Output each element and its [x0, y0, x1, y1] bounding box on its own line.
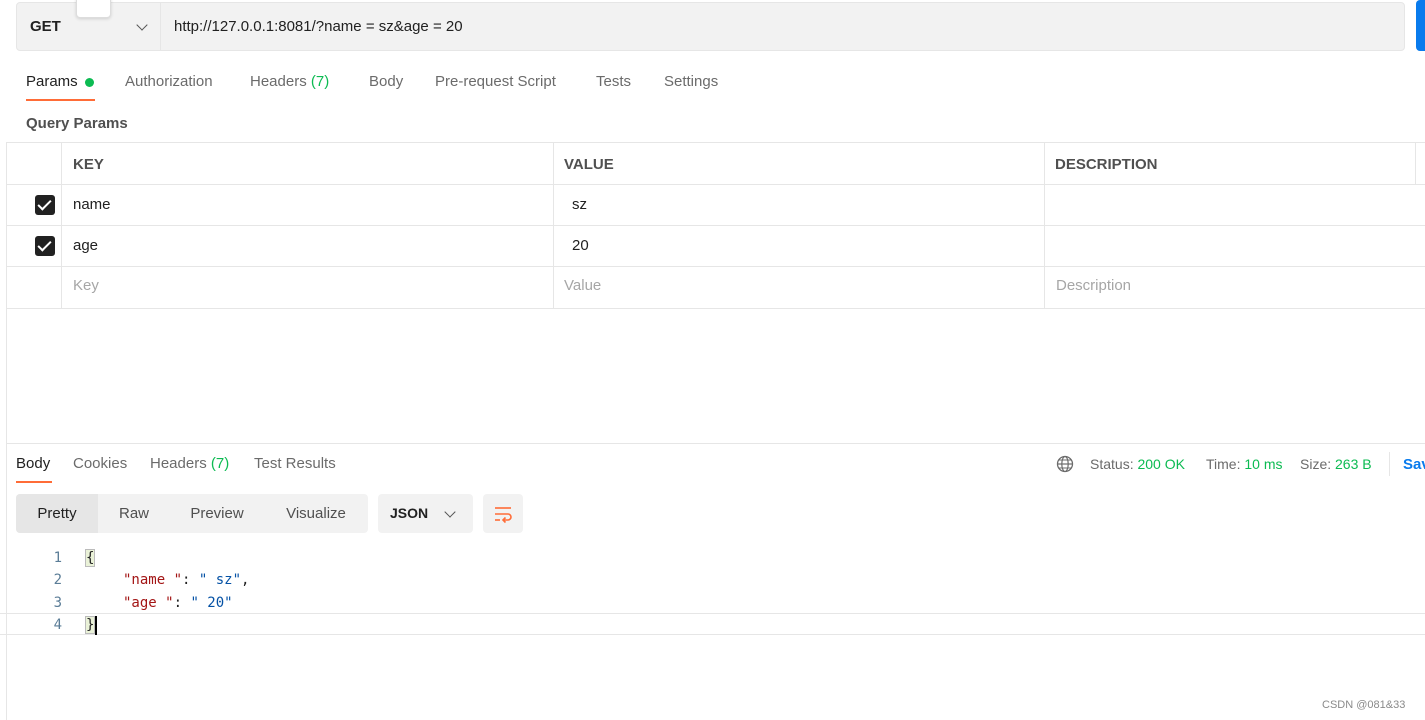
tab-headers[interactable]: Headers (7): [250, 73, 329, 90]
response-tab-headers-count: (7): [210, 455, 230, 472]
active-tab-indicator: [26, 99, 95, 101]
param-key-cell[interactable]: name: [73, 196, 111, 213]
json-value: " 20": [190, 595, 233, 611]
response-status: Status: 200 OK: [1090, 456, 1185, 472]
tab-params[interactable]: Params: [26, 73, 78, 90]
send-button[interactable]: [1416, 0, 1425, 51]
time-value: 10 ms: [1244, 456, 1283, 472]
chevron-down-icon: [136, 19, 148, 31]
table-header-divider: [6, 184, 1425, 185]
table-row-divider: [6, 225, 1425, 226]
chevron-down-icon: [444, 506, 456, 518]
new-description-input[interactable]: Description: [1056, 277, 1131, 294]
json-key: "age ": [123, 595, 174, 611]
json-comma: ,: [241, 572, 250, 588]
tab-tests[interactable]: Tests: [596, 73, 631, 90]
panel-left-border: [6, 443, 7, 720]
wrap-lines-button[interactable]: [483, 494, 523, 533]
globe-icon[interactable]: [1056, 455, 1074, 478]
tab-headers-label: Headers: [250, 73, 307, 90]
url-bar: GET http://127.0.0.1:8081/?name = sz&age…: [16, 2, 1405, 51]
tab-headers-count: (7): [310, 73, 330, 90]
size-value: 263 B: [1335, 456, 1372, 472]
code-line: "name ": " sz",: [123, 572, 249, 588]
params-active-dot: [85, 78, 94, 87]
save-response-button[interactable]: Sav: [1403, 456, 1425, 473]
size-label: Size:: [1300, 456, 1332, 472]
view-visualize-button[interactable]: Visualize: [274, 494, 358, 533]
tab-settings[interactable]: Settings: [664, 73, 718, 90]
format-select[interactable]: JSON: [378, 494, 473, 533]
view-raw-button[interactable]: Raw: [106, 494, 162, 533]
col-divider: [61, 142, 62, 309]
code-line: "age ": " 20": [123, 595, 233, 611]
json-sep: :: [182, 572, 199, 588]
json-sep: :: [173, 595, 191, 611]
col-divider: [1044, 142, 1045, 309]
json-key: "name ": [123, 572, 183, 588]
new-key-input[interactable]: Key: [73, 277, 99, 294]
table-border-top: [6, 142, 1425, 143]
format-label: JSON: [390, 505, 429, 521]
line-number: 1: [53, 550, 62, 566]
current-line-highlight: [0, 613, 1425, 635]
status-value: 200 OK: [1137, 456, 1185, 472]
code-brace-close: }: [84, 616, 96, 634]
status-label: Status:: [1090, 456, 1134, 472]
meta-divider: [1389, 452, 1390, 476]
url-input[interactable]: http://127.0.0.1:8081/?name = sz&age = 2…: [174, 18, 463, 35]
response-tab-test-results[interactable]: Test Results: [254, 455, 336, 472]
time-label: Time:: [1206, 456, 1241, 472]
row-checkbox[interactable]: [35, 195, 55, 215]
active-response-tab-indicator: [16, 481, 52, 483]
line-number: 2: [53, 572, 62, 588]
response-size[interactable]: Size: 263 B: [1300, 456, 1372, 472]
panel-left-border: [6, 142, 7, 443]
new-value-input[interactable]: Value: [564, 277, 601, 294]
line-number: 4: [53, 617, 62, 633]
param-value-cell[interactable]: 20: [572, 237, 589, 254]
text-cursor: [95, 616, 97, 635]
table-border-bottom: [6, 308, 1425, 309]
row-checkbox[interactable]: [35, 236, 55, 256]
response-tab-headers-label: Headers: [150, 455, 207, 472]
response-time[interactable]: Time: 10 ms: [1206, 456, 1283, 472]
query-params-title: Query Params: [26, 115, 128, 132]
col-divider: [553, 142, 554, 309]
param-value-cell[interactable]: sz: [572, 196, 587, 213]
watermark: CSDN @081&33: [1322, 699, 1406, 711]
table-row-divider: [6, 266, 1425, 267]
line-number: 3: [53, 595, 62, 611]
view-mode-group: Pretty Raw Preview Visualize: [16, 494, 368, 533]
tooltip-stub: [76, 0, 111, 18]
wrap-lines-icon: [495, 507, 512, 524]
json-value: " sz": [198, 572, 242, 588]
tab-authorization[interactable]: Authorization: [125, 73, 213, 90]
tab-body[interactable]: Body: [369, 73, 403, 90]
param-key-cell[interactable]: age: [73, 237, 98, 254]
column-header-description: DESCRIPTION: [1055, 156, 1158, 173]
response-tab-cookies[interactable]: Cookies: [73, 455, 127, 472]
code-brace-open: {: [84, 549, 96, 567]
response-tab-headers[interactable]: Headers (7): [150, 455, 229, 472]
column-header-value: VALUE: [564, 156, 614, 173]
view-preview-button[interactable]: Preview: [178, 494, 256, 533]
method-label: GET: [30, 18, 61, 35]
response-divider: [6, 443, 1425, 444]
view-pretty-button[interactable]: Pretty: [16, 494, 98, 533]
col-divider: [1415, 142, 1416, 184]
tab-pre-request-script[interactable]: Pre-request Script: [435, 73, 556, 90]
response-tab-body[interactable]: Body: [16, 455, 50, 472]
column-header-key: KEY: [73, 156, 104, 173]
